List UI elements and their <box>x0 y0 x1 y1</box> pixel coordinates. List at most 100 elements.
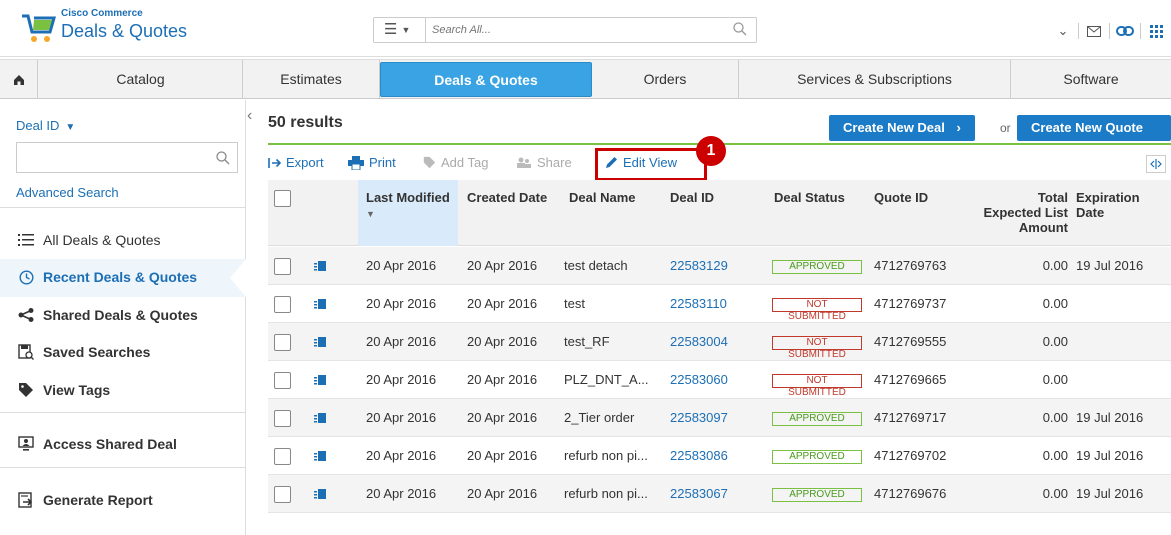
select-all-checkbox[interactable] <box>274 190 291 207</box>
create-new-quote-button[interactable]: Create New Quote › <box>1017 115 1171 161</box>
row-details-icon[interactable] <box>314 413 326 423</box>
column-resize-icon[interactable] <box>1146 155 1166 173</box>
sidebar-item-access-shared-deal[interactable]: Access Shared Deal <box>16 436 177 452</box>
button-label: Create New Quote <box>1031 120 1143 135</box>
column-deal-name[interactable]: Deal Name <box>569 190 635 205</box>
row-checkbox[interactable] <box>274 334 291 351</box>
top-header: Cisco Commerce Deals & Quotes ☰▼ ⌄ <box>0 0 1171 57</box>
collapse-sidebar-chevron-icon[interactable]: ‹ <box>247 106 261 126</box>
deal-id-link[interactable]: 22583129 <box>670 258 728 273</box>
add-tag-button[interactable]: Add Tag <box>423 155 488 170</box>
search-input[interactable] <box>432 22 722 38</box>
row-details-icon[interactable] <box>314 299 326 309</box>
chevron-right-icon: › <box>1039 146 1044 161</box>
table-row: 20 Apr 2016 20 Apr 2016 test_RF 22583004 NOT… <box>268 323 1171 361</box>
deal-id-link[interactable]: 22583086 <box>670 448 728 463</box>
cell-deal-name: 2_Tier order <box>564 410 635 425</box>
column-expiration-date[interactable]: Expiration Date <box>1076 190 1140 220</box>
advanced-search-link[interactable]: Advanced Search <box>16 185 119 200</box>
tab-services-subscriptions[interactable]: Services & Subscriptions <box>739 60 1011 99</box>
sidebar: Deal ID ▼ Advanced Search All Deals & Quo… <box>0 100 246 535</box>
deal-id-filter-dropdown[interactable]: Deal ID ▼ <box>16 118 75 133</box>
sidebar-item-recent-deals[interactable]: Recent Deals & Quotes <box>16 269 197 285</box>
search-icon[interactable] <box>732 21 748 37</box>
report-icon <box>16 492 36 508</box>
cell-deal-name: refurb non pi... <box>564 448 648 463</box>
export-label: Export <box>286 155 324 170</box>
sidebar-item-all-deals[interactable]: All Deals & Quotes <box>16 232 161 248</box>
deal-id-input[interactable] <box>21 149 201 164</box>
home-icon[interactable] <box>0 60 38 99</box>
row-details-icon[interactable] <box>314 451 326 461</box>
tab-orders[interactable]: Orders <box>592 60 739 99</box>
main-nav: Catalog Estimates Deals & Quotes Orders … <box>0 59 1171 99</box>
chevron-down-icon[interactable]: ⌄ <box>1048 20 1078 42</box>
deal-id-link[interactable]: 22583110 <box>670 296 727 311</box>
app-title[interactable]: Deals & Quotes <box>61 21 187 42</box>
sidebar-item-shared-deals[interactable]: Shared Deals & Quotes <box>16 307 198 323</box>
tab-deals-quotes[interactable]: Deals & Quotes <box>380 62 592 97</box>
search-icon[interactable] <box>215 150 231 166</box>
search-scope-menu[interactable]: ☰ ▼ <box>374 18 426 42</box>
cell-deal-name: refurb non pi... <box>564 486 648 501</box>
sidebar-item-label: View Tags <box>43 382 111 398</box>
column-last-modified[interactable]: Last Modified ▼ <box>358 180 458 246</box>
cell-created-date: 20 Apr 2016 <box>467 258 538 273</box>
create-new-deal-button[interactable]: Create New Deal › <box>829 115 975 141</box>
cell-last-modified: 20 Apr 2016 <box>366 258 437 273</box>
apps-grid-icon[interactable] <box>1141 20 1171 42</box>
deal-id-link[interactable]: 22583067 <box>670 486 728 501</box>
tab-estimates[interactable]: Estimates <box>243 60 380 99</box>
caret-down-icon: ▼ <box>401 25 411 36</box>
column-quote-id[interactable]: Quote ID <box>874 190 928 205</box>
status-badge: APPROVED <box>772 450 862 464</box>
deal-id-link[interactable]: 22583097 <box>670 410 728 425</box>
cell-expiration-date: 19 Jul 2016 <box>1076 410 1144 425</box>
deal-id-link[interactable]: 22583004 <box>670 334 728 349</box>
edit-view-highlight-box <box>595 148 707 181</box>
cell-quote-id: 4712769702 <box>874 448 947 463</box>
row-checkbox[interactable] <box>274 448 291 465</box>
status-badge: APPROVED <box>772 260 862 274</box>
monitor-icon <box>16 436 36 452</box>
printer-icon <box>348 155 364 170</box>
or-text: or <box>1000 121 1011 135</box>
tab-software[interactable]: Software <box>1011 60 1171 99</box>
status-badge: APPROVED <box>772 488 862 502</box>
deal-id-link[interactable]: 22583060 <box>670 372 728 387</box>
link-icon[interactable] <box>1110 20 1140 42</box>
row-details-icon[interactable] <box>314 337 326 347</box>
table-header: Last Modified ▼ Created Date Deal Name D… <box>268 180 1171 246</box>
row-checkbox[interactable] <box>274 258 291 275</box>
table-row: 20 Apr 2016 20 Apr 2016 2_Tier order 225830… <box>268 399 1171 437</box>
sidebar-item-label: Access Shared Deal <box>43 436 177 452</box>
mail-icon[interactable] <box>1079 20 1109 42</box>
share-people-icon <box>516 157 532 169</box>
column-total-amount[interactable]: Total Expected List Amount <box>968 190 1068 235</box>
print-button[interactable]: Print <box>348 155 396 170</box>
cart-logo-icon[interactable] <box>20 10 56 46</box>
row-checkbox[interactable] <box>274 410 291 427</box>
deal-id-search <box>16 142 238 173</box>
add-tag-label: Add Tag <box>441 155 489 170</box>
row-checkbox[interactable] <box>274 296 291 313</box>
button-label: Create New Deal <box>843 120 945 135</box>
column-label: Expiration <box>1076 190 1140 205</box>
table-row: 20 Apr 2016 20 Apr 2016 refurb non pi... 22… <box>268 475 1171 513</box>
sidebar-item-view-tags[interactable]: View Tags <box>16 382 110 398</box>
row-checkbox[interactable] <box>274 486 291 503</box>
list-icon <box>16 232 36 248</box>
row-checkbox[interactable] <box>274 372 291 389</box>
row-details-icon[interactable] <box>314 261 326 271</box>
sidebar-item-generate-report[interactable]: Generate Report <box>16 492 153 508</box>
row-details-icon[interactable] <box>314 489 326 499</box>
row-details-icon[interactable] <box>314 375 326 385</box>
export-button[interactable]: Export <box>268 155 324 170</box>
tab-catalog[interactable]: Catalog <box>39 60 243 99</box>
column-created-date[interactable]: Created Date <box>467 190 547 205</box>
column-deal-id[interactable]: Deal ID <box>670 190 714 205</box>
sidebar-item-saved-searches[interactable]: Saved Searches <box>16 344 150 360</box>
share-button[interactable]: Share <box>516 155 572 170</box>
cell-amount: 0.00 <box>1042 258 1068 273</box>
column-deal-status[interactable]: Deal Status <box>774 190 845 205</box>
